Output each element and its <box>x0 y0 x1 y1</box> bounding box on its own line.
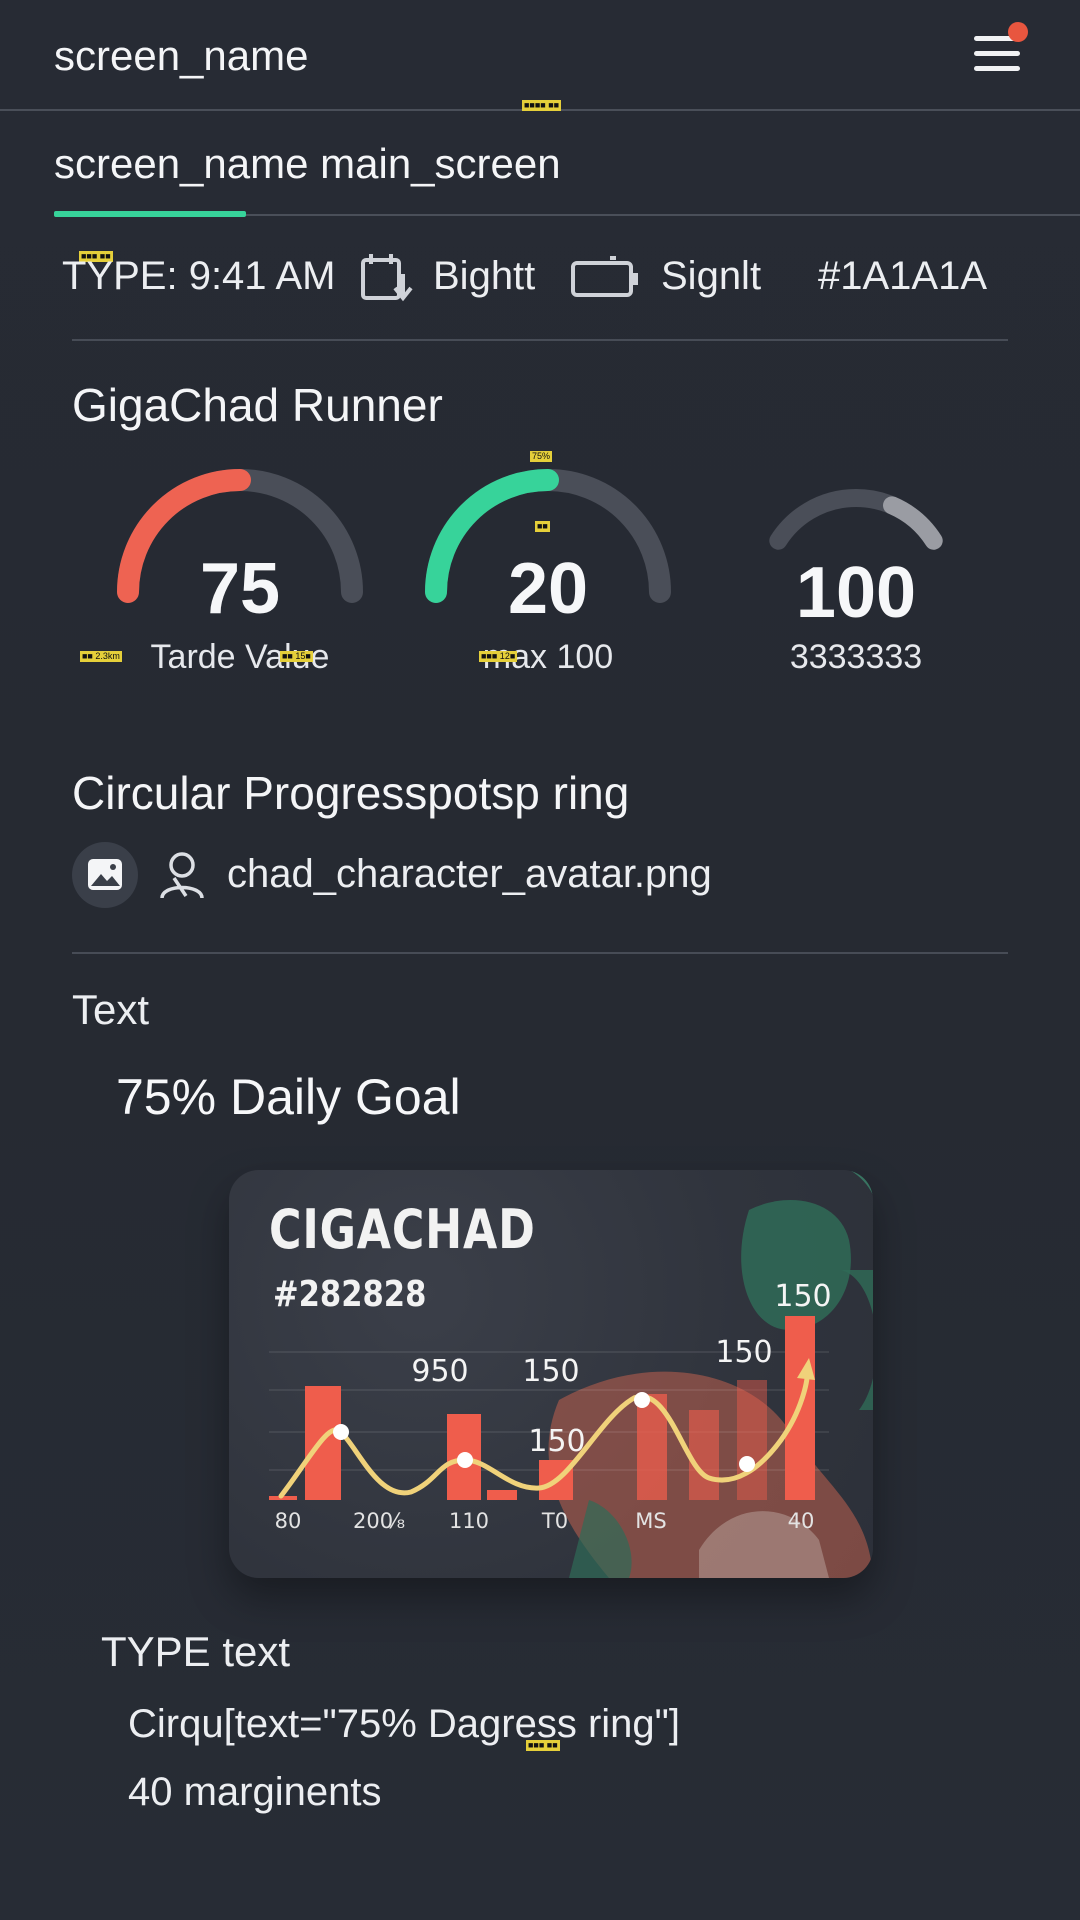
card-x-label: 40 <box>788 1509 815 1533</box>
runner-title: GigaChad Runner <box>72 379 443 431</box>
app-bar: screen_name <box>0 0 1080 110</box>
status-signal-b: Signlt <box>661 254 762 298</box>
status-color-code: #1A1A1A <box>818 254 988 298</box>
battery-icon <box>571 256 638 297</box>
time-tag-b: ■■■ 12■ <box>479 651 518 662</box>
distance-tag: ■■ 2.3km <box>80 651 122 662</box>
divider <box>72 339 1008 341</box>
status-time: TYPE: 9:41 AM <box>62 254 336 298</box>
image-icon <box>88 859 122 890</box>
card-x-label: 110 <box>449 1509 489 1533</box>
gauge-value: 75 <box>199 549 281 629</box>
image-picker-button[interactable] <box>72 842 138 908</box>
card-hex: #282828 <box>273 1274 427 1315</box>
app-bar-title: screen_name <box>54 32 309 79</box>
card-x-label: 200⁄₈ <box>353 1509 405 1533</box>
type-line: 40 marginents <box>128 1770 382 1814</box>
progress-section-title: Circular Progresspotsp ring <box>72 767 630 819</box>
card-annotation: 150 <box>522 1354 579 1389</box>
menu-button[interactable] <box>972 22 1028 74</box>
gauge-fill <box>883 496 943 550</box>
file-name: chad_character_avatar.png <box>227 852 712 896</box>
card-annotation: 150 <box>715 1335 772 1370</box>
tab-indicator <box>54 211 246 217</box>
file-row: chad_character_avatar.png <box>72 842 972 908</box>
bottom-tag: ■■■ ■■ <box>526 1740 560 1751</box>
divider <box>72 952 1008 954</box>
gauge-caption: 3333333 <box>789 638 923 676</box>
gauge-caption: max 100 <box>482 638 614 676</box>
type-text-label: TYPE text <box>101 1628 291 1675</box>
card-brand: CIGACHAD <box>269 1198 536 1261</box>
daily-goal: 75% Daily Goal <box>116 1069 461 1125</box>
gauge-value: 20 <box>507 549 589 629</box>
time-tag-a: ■■ 15■ <box>280 651 313 662</box>
calendar-icon <box>361 254 413 302</box>
person-icon <box>160 852 204 899</box>
tab-main-screen[interactable]: screen_name main_screen <box>54 140 561 188</box>
card-x-label: 80 <box>275 1509 302 1533</box>
gauge-value: 100 <box>795 553 917 633</box>
screen: screen_name ■■■■ ■■ screen_name main_scr… <box>0 0 1080 1920</box>
gauge-runner: 75 Tarde Value <box>110 460 370 690</box>
gauge-max: 20 max 100 <box>418 460 678 690</box>
menu-icon-bar <box>974 66 1020 71</box>
gauge-caption: Tarde Value <box>150 638 330 676</box>
text-label: Text <box>72 986 150 1033</box>
card-annotation: 150 <box>774 1279 831 1314</box>
card-annotation: 950 <box>411 1354 468 1389</box>
notification-dot <box>1008 22 1028 42</box>
gigachad-card: 950 150 150 150 150 80 200⁄₈ 110 T0 MS 4… <box>229 1170 873 1578</box>
menu-icon-bar <box>974 51 1020 56</box>
card-x-label: MS <box>635 1509 666 1533</box>
status-signal-a: Bightt <box>433 254 536 298</box>
status-row: ■■■ ■■ TYPE: 9:41 AM Bightt Signlt #1A1A… <box>62 250 1022 306</box>
header-tag: ■■■■ ■■ <box>522 100 562 111</box>
type-line: Cirqu[text="75% Dagress ring"] <box>128 1702 680 1746</box>
card-x-label: T0 <box>541 1509 568 1533</box>
gauge-total: 100 3333333 <box>726 460 986 690</box>
card-annotation: 150 <box>528 1424 585 1459</box>
